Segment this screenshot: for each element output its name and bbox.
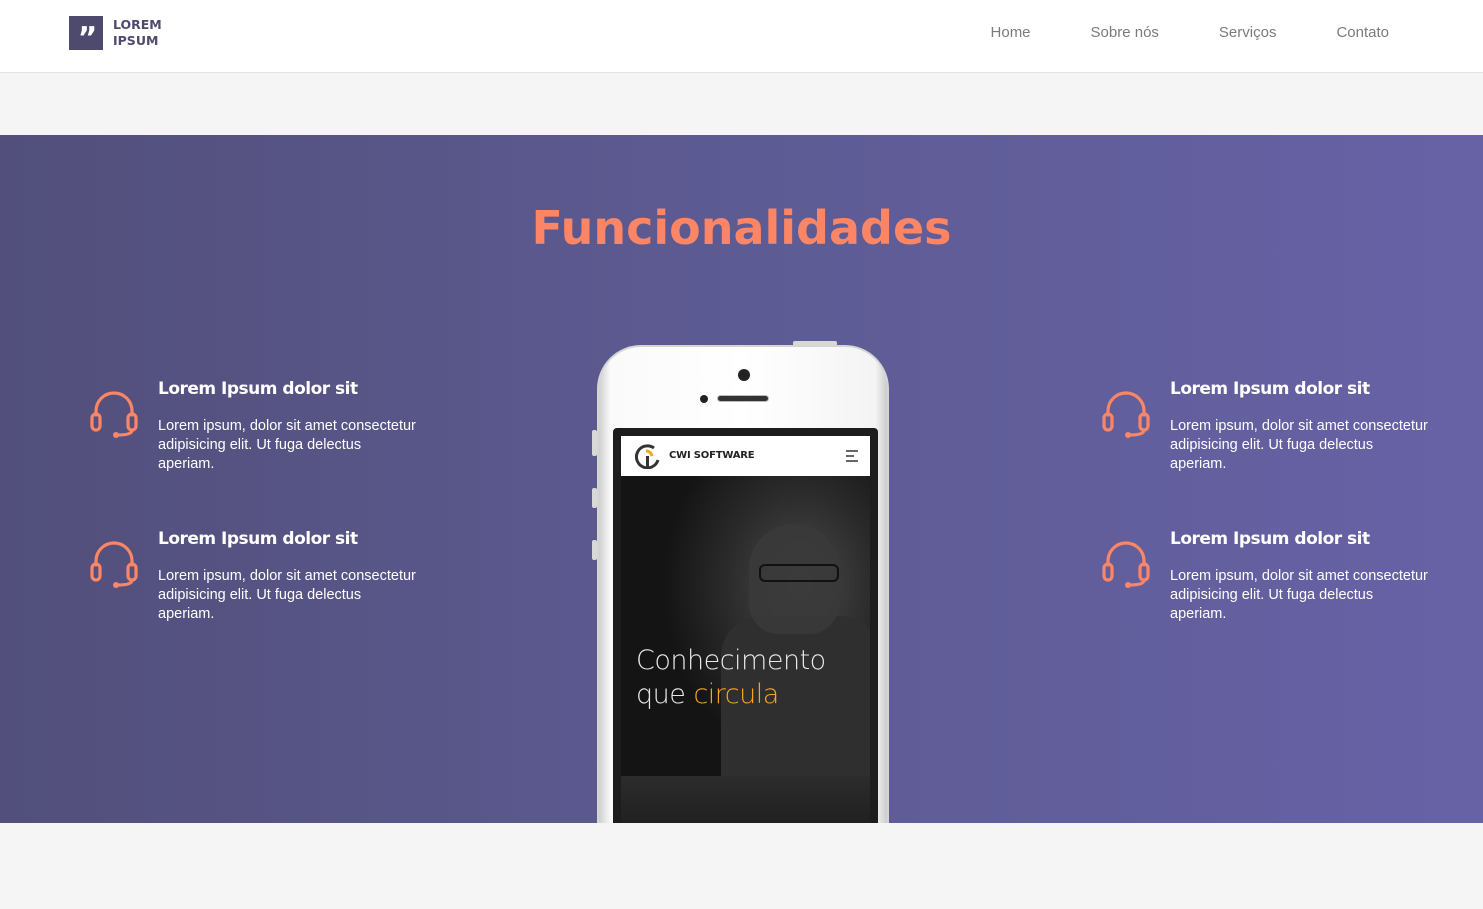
headset-icon <box>1102 391 1150 438</box>
site-header: ” LOREM IPSUM Home Sobre nós Serviços Co… <box>0 0 1483 73</box>
feature-card: Lorem Ipsum dolor sit Lorem ipsum, dolor… <box>90 529 418 624</box>
phone-camera <box>738 369 750 381</box>
phone-sensor <box>700 395 708 403</box>
nav-home[interactable]: Home <box>991 24 1031 41</box>
feature-text: Lorem ipsum, dolor sit amet consectetur … <box>1170 568 1428 622</box>
headset-icon <box>1102 541 1150 588</box>
hamburger-menu-icon[interactable] <box>846 450 858 462</box>
logo-text: LOREM IPSUM <box>113 17 162 49</box>
hero-line-2-accent: circula <box>693 679 779 710</box>
app-brand-name: CWI SOFTWARE <box>669 450 755 461</box>
feature-text: Lorem ipsum, dolor sit amet consectetur … <box>158 568 416 622</box>
features-section: Funcionalidades Lorem Ipsum dolor sit Lo… <box>0 135 1483 823</box>
cwi-logo-icon <box>634 444 660 469</box>
nav-servicos[interactable]: Serviços <box>1219 24 1277 41</box>
quote-logo-icon: ” <box>69 16 103 56</box>
app-bar: CWI SOFTWARE <box>621 436 870 476</box>
headset-icon <box>90 541 138 588</box>
feature-heading: Lorem Ipsum dolor sit <box>158 379 358 399</box>
nav-contato[interactable]: Contato <box>1336 24 1389 41</box>
feature-heading: Lorem Ipsum dolor sit <box>1170 379 1370 399</box>
feature-text: Lorem ipsum, dolor sit amet consectetur … <box>1170 418 1428 472</box>
hero-line-1: Conhecimento <box>636 645 826 676</box>
section-title: Funcionalidades <box>531 201 952 255</box>
feature-card: Lorem Ipsum dolor sit Lorem ipsum, dolor… <box>90 379 418 474</box>
main-nav: Home Sobre nós Serviços Contato <box>931 0 1389 64</box>
phone-speaker <box>717 395 769 402</box>
app-hero: Conhecimento que circula <box>621 476 870 823</box>
hero-headline: Conhecimento que circula <box>636 644 826 712</box>
feature-heading: Lorem Ipsum dolor sit <box>158 529 358 549</box>
phone-body: CWI SOFTWARE Conhecimento que circula <box>597 345 889 823</box>
feature-heading: Lorem Ipsum dolor sit <box>1170 529 1370 549</box>
logo-line-1: LOREM <box>113 17 162 32</box>
hero-line-2-prefix: que <box>636 679 694 710</box>
logo-line-2: IPSUM <box>113 33 159 48</box>
headset-icon <box>90 391 138 438</box>
phone-mockup: CWI SOFTWARE Conhecimento que circula <box>592 341 889 823</box>
nav-sobre-nos[interactable]: Sobre nós <box>1091 24 1159 41</box>
logo[interactable]: ” LOREM IPSUM <box>69 16 162 56</box>
feature-text: Lorem ipsum, dolor sit amet consectetur … <box>158 418 416 472</box>
hero-photo-glasses <box>759 564 839 582</box>
feature-card: Lorem Ipsum dolor sit Lorem ipsum, dolor… <box>1102 379 1430 474</box>
phone-screen: CWI SOFTWARE Conhecimento que circula <box>613 428 878 823</box>
hero-line-2: que circula <box>636 678 826 712</box>
feature-card: Lorem Ipsum dolor sit Lorem ipsum, dolor… <box>1102 529 1430 624</box>
hero-photo-desk <box>621 776 870 823</box>
